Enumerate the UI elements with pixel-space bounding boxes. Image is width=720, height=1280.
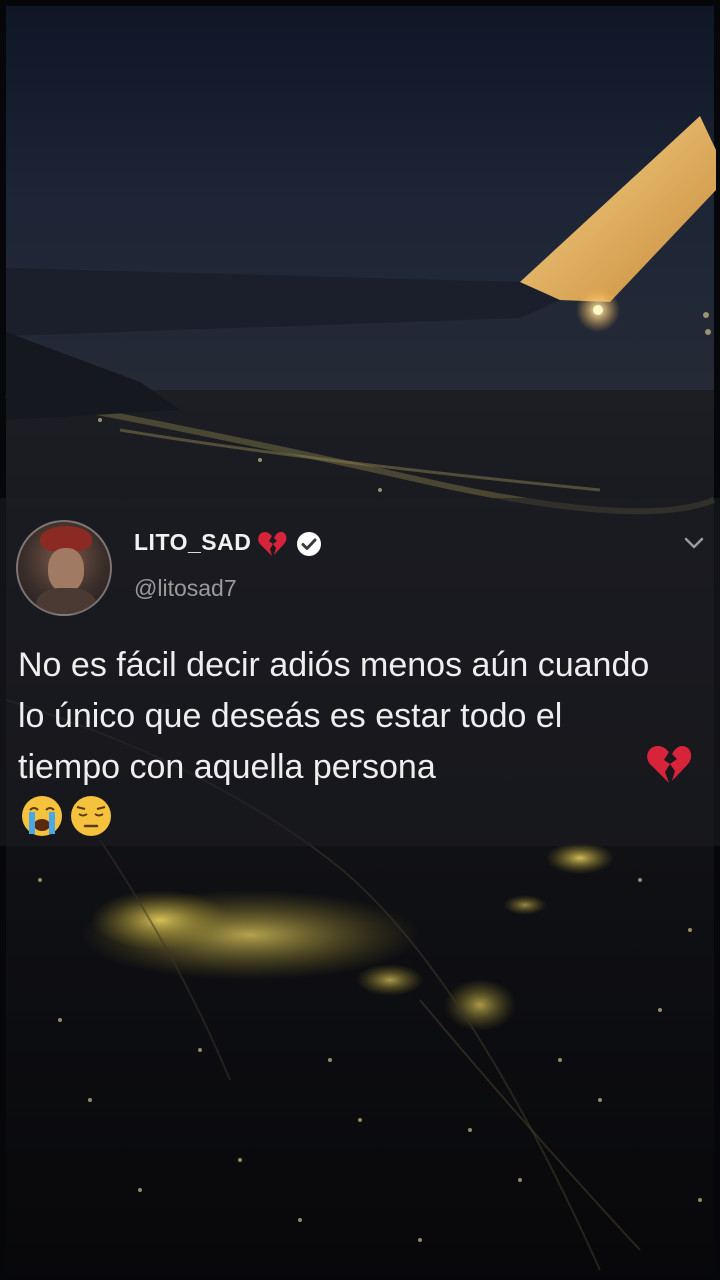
story-screen: LITO_SAD @litosad7 No es fácil decir adi…: [0, 0, 720, 1280]
post-text: No es fácil decir adiós menos aún cuando…: [18, 646, 650, 786]
broken-heart-icon: [258, 532, 287, 556]
avatar[interactable]: [16, 520, 112, 616]
pensive-face-icon: [71, 796, 111, 836]
user-handle[interactable]: @litosad7: [134, 575, 237, 602]
display-name[interactable]: LITO_SAD: [134, 529, 251, 556]
avatar-face: [48, 548, 84, 592]
broken-heart-icon: [647, 746, 692, 783]
chevron-down-icon[interactable]: [683, 534, 705, 552]
avatar-body: [36, 588, 96, 614]
crying-face-icon: [22, 796, 62, 836]
verified-badge-icon: [297, 532, 321, 556]
